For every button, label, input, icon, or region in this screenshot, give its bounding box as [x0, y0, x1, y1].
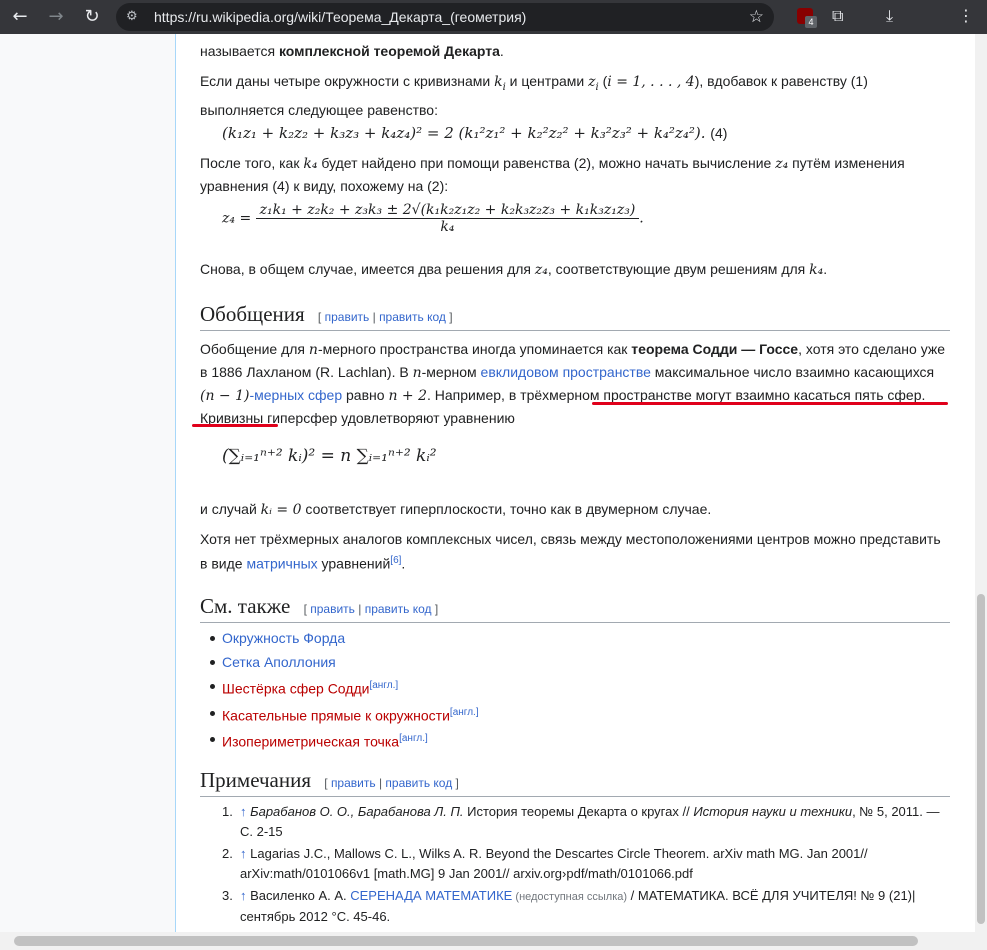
- interwiki-link[interactable]: [англ.]: [450, 707, 479, 718]
- paragraph-after: После того, как k₄ будет найдено при пом…: [200, 155, 905, 194]
- extensions-icon[interactable]: ⧉: [832, 6, 843, 26]
- vertical-scrollbar[interactable]: [975, 34, 987, 932]
- see-also-link[interactable]: Окружность Форда: [222, 630, 345, 646]
- link-euclidean-space[interactable]: евклидовом пространстве: [481, 364, 651, 380]
- note-backlink[interactable]: ↑: [240, 804, 247, 819]
- see-also-item: Касательные прямые к окружности[англ.]: [200, 701, 479, 728]
- section-edit-links: [ править | править код ]: [303, 602, 439, 616]
- paragraph-complex-numbers: Хотя нет трёхмерных аналогов комплексных…: [200, 531, 941, 572]
- paragraph-complex: Если даны четыре окружности с кривизнами…: [200, 73, 868, 118]
- edit-code-link[interactable]: править код: [379, 310, 446, 324]
- paragraph-generalizations: Обобщение для n-мерного пространства ино…: [200, 341, 946, 426]
- note-backlink[interactable]: ↑: [240, 888, 247, 903]
- see-also-item: Шестёрка сфер Содди[англ.]: [200, 674, 479, 701]
- link-matrix[interactable]: матричных: [246, 556, 317, 572]
- download-icon[interactable]: ⤓: [886, 6, 893, 26]
- see-also-link[interactable]: Изопериметрическая точка: [222, 734, 399, 750]
- see-also-item: Изопериметрическая точка[англ.]: [200, 727, 479, 754]
- see-also-item: Окружность Форда: [200, 626, 479, 650]
- heading-notes: Примечания [ править | править код ]: [200, 768, 950, 797]
- equation-4: (k₁z₁ + k₂z₂ + k₃z₃ + k₄z₄)² = 2 (k₁²z₁²…: [222, 124, 728, 142]
- intro-line: называется комплексной теоремой Декарта.: [200, 43, 504, 59]
- note-item: 3. ↑ Василенко А. А. СЕРЕНАДА МАТЕМАТИКЕ…: [222, 888, 916, 924]
- paragraph-two-solutions: Снова, в общем случае, имеется два решен…: [200, 261, 828, 278]
- note-backlink[interactable]: ↑: [240, 846, 247, 861]
- see-also-link[interactable]: Сетка Аполлония: [222, 654, 336, 670]
- horizontal-scrollbar[interactable]: [0, 932, 987, 950]
- see-also-list: Окружность Форда Сетка Аполлония Шестёрка …: [200, 626, 479, 754]
- scrollbar-thumb-h[interactable]: [14, 936, 918, 946]
- see-also-item: Сетка Аполлония: [200, 650, 479, 674]
- edit-code-link[interactable]: править код: [385, 776, 452, 790]
- link-n-spheres[interactable]: -мерных сфер: [249, 387, 342, 403]
- note-item: 2. ↑ Lagarias J.C., Mallows C. L., Wilks…: [222, 846, 868, 881]
- red-underline-2: [192, 424, 278, 427]
- equation-z4: z₄ = z₁k₁ + z₂k₂ + z₃k₃ ± 2√(k₁k₂z₁z₂ + …: [222, 202, 644, 235]
- heading-generalizations: Обобщения [ править | править код ]: [200, 302, 950, 331]
- see-also-link[interactable]: Шестёрка сфер Содди: [222, 681, 369, 697]
- red-underline: [592, 402, 948, 405]
- paragraph-case: и случай kᵢ = 0 соответствует гиперплоск…: [200, 501, 712, 518]
- edit-link[interactable]: править: [325, 310, 370, 324]
- edit-link[interactable]: править: [331, 776, 376, 790]
- heading-see-also: См. также [ править | править код ]: [200, 594, 950, 623]
- reload-icon[interactable]: ↻: [80, 5, 104, 29]
- see-also-link[interactable]: Касательные прямые к окружности: [222, 707, 450, 723]
- page-viewport: называется комплексной теоремой Декарта.…: [0, 34, 987, 932]
- address-bar[interactable]: ⚙ https://ru.wikipedia.org/wiki/Теорема_…: [116, 3, 774, 31]
- site-info-icon[interactable]: ⚙: [126, 8, 144, 26]
- edit-code-link[interactable]: править код: [365, 602, 432, 616]
- section-edit-links: [ править | править код ]: [317, 310, 453, 324]
- menu-icon[interactable]: ⋮: [958, 6, 974, 25]
- reference-6[interactable]: [6]: [390, 555, 401, 566]
- highlighted-sentence: в трёхмерном пространстве могут взаимно …: [508, 387, 922, 403]
- interwiki-link[interactable]: [англ.]: [399, 733, 428, 744]
- scrollbar-thumb[interactable]: [977, 594, 985, 924]
- extension-badge: 4: [805, 16, 817, 28]
- url-text[interactable]: https://ru.wikipedia.org/wiki/Теорема_Де…: [154, 9, 526, 25]
- equation-sum: (∑ᵢ₌₁ⁿ⁺² kᵢ)² = n ∑ᵢ₌₁ⁿ⁺² kᵢ²: [222, 446, 437, 466]
- bookmark-star-icon[interactable]: ☆: [749, 7, 764, 27]
- browser-toolbar: ← → ↻ ⚙ https://ru.wikipedia.org/wiki/Те…: [0, 0, 987, 34]
- forward-icon[interactable]: →: [44, 5, 68, 29]
- notes-list: 1. ↑ Барабанов О. О., Барабанова Л. П. И…: [200, 802, 950, 929]
- note-item: 1. ↑ Барабанов О. О., Барабанова Л. П. И…: [222, 804, 940, 839]
- back-icon[interactable]: ←: [8, 5, 32, 29]
- interwiki-link[interactable]: [англ.]: [369, 680, 398, 691]
- section-edit-links: [ править | править код ]: [324, 776, 459, 790]
- external-link[interactable]: СЕРЕНАДА МАТЕМАТИКЕ: [350, 888, 512, 903]
- edit-link[interactable]: править: [310, 602, 355, 616]
- article-content: называется комплексной теоремой Декарта.…: [175, 34, 987, 932]
